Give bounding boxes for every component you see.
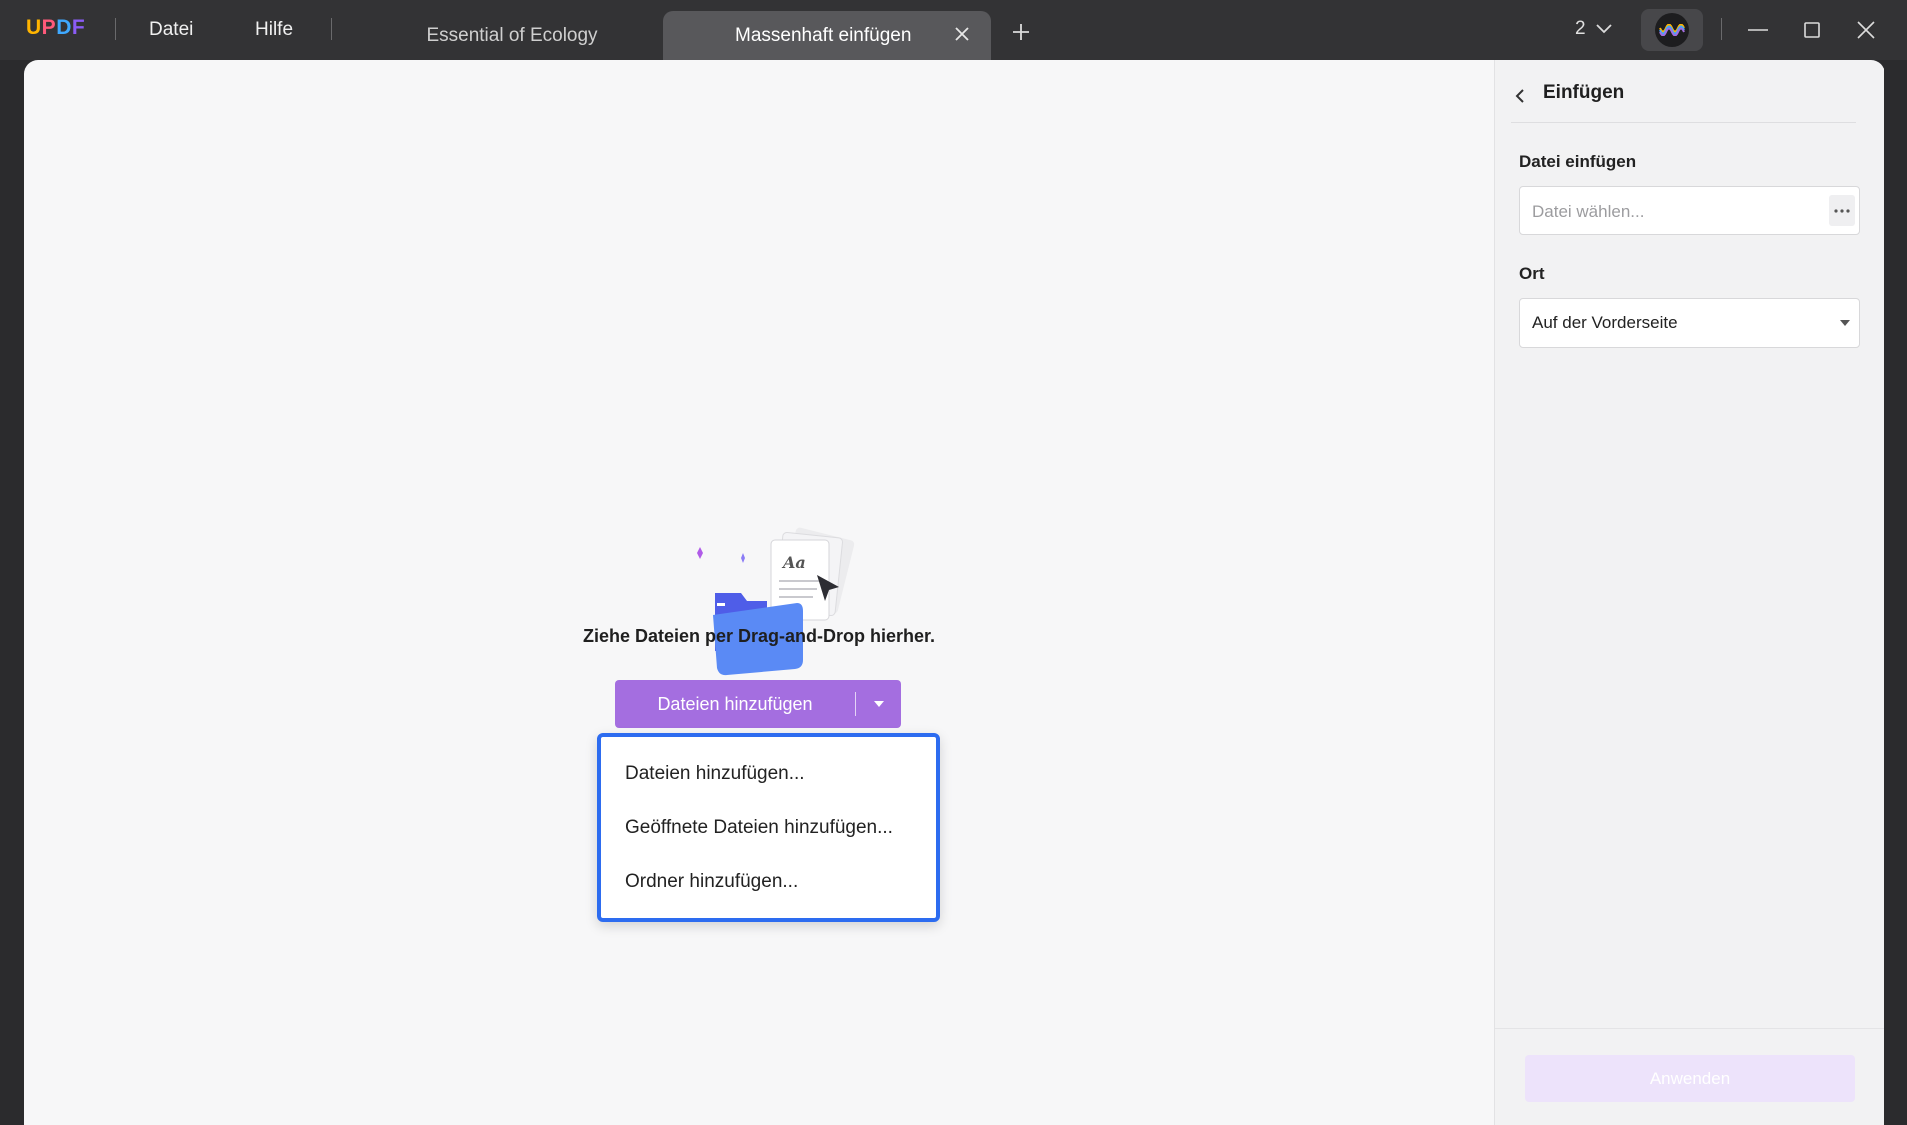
triangle-down-icon — [873, 701, 884, 707]
tab-essential-of-ecology[interactable]: Essential of Ecology — [362, 11, 662, 60]
add-files-button[interactable]: Dateien hinzufügen — [615, 680, 901, 728]
close-window-icon[interactable] — [1852, 16, 1880, 44]
apply-button[interactable]: Anwenden — [1525, 1055, 1855, 1102]
page-count: 2 — [1575, 18, 1586, 39]
updf-logo: UPDF — [26, 16, 86, 39]
location-select[interactable]: Auf der Vorderseite — [1519, 298, 1860, 348]
chevron-down-icon — [1595, 24, 1612, 34]
insert-panel: Einfügen Datei einfügen Ort Auf der Vord… — [1494, 60, 1885, 1125]
page-count-dropdown[interactable]: 2 — [1575, 18, 1612, 40]
chevron-left-icon[interactable] — [1511, 86, 1531, 106]
maximize-icon[interactable] — [1798, 16, 1826, 44]
window-edge — [1884, 60, 1907, 1125]
avatar[interactable] — [1641, 9, 1703, 51]
file-insert-label: Datei einfügen — [1519, 152, 1637, 171]
panel-title: Einfügen — [1543, 82, 1625, 103]
folder-illustration-icon: Aa — [697, 527, 855, 676]
browse-button[interactable] — [1829, 195, 1855, 226]
location-value: Auf der Vorderseite — [1532, 313, 1678, 332]
location-label: Ort — [1519, 264, 1545, 283]
file-input[interactable] — [1520, 187, 1834, 236]
title-separator — [115, 18, 116, 40]
menu-item-add-files[interactable]: Dateien hinzufügen... — [625, 763, 805, 785]
triangle-down-icon — [1840, 320, 1850, 326]
menu-item-add-folder[interactable]: Ordner hinzufügen... — [625, 871, 798, 893]
close-icon[interactable] — [951, 23, 973, 45]
wave-logo-icon — [1659, 24, 1685, 36]
plus-icon[interactable] — [1009, 20, 1033, 44]
drop-area[interactable]: Aa Ziehe Dateien per Drag-and-Drop hierh… — [24, 60, 1494, 1125]
file-chooser — [1519, 186, 1860, 236]
minimize-icon[interactable] — [1744, 16, 1772, 44]
panel-header: Einfügen — [1511, 82, 1856, 123]
add-files-label: Dateien hinzufügen — [657, 693, 813, 714]
tab-massenhaft-einfuegen[interactable]: Massenhaft einfügen — [663, 11, 991, 60]
menu-item-add-open-files[interactable]: Geöffnete Dateien hinzufügen... — [625, 817, 893, 839]
add-files-dropdown-toggle[interactable] — [856, 700, 901, 708]
tab-label: Massenhaft einfügen — [735, 24, 912, 46]
footer-divider — [1495, 1028, 1885, 1029]
svg-text:Aa: Aa — [781, 553, 806, 572]
add-files-menu: Dateien hinzufügen... Geöffnete Dateien … — [597, 733, 940, 922]
menu-file[interactable]: Datei — [149, 19, 193, 41]
drop-instructions: Ziehe Dateien per Drag-and-Drop hierher. — [582, 626, 936, 646]
title-bar: UPDF Datei Hilfe Essential of Ecology Ma… — [0, 0, 1907, 60]
menu-help[interactable]: Hilfe — [255, 19, 293, 41]
tab-label: Essential of Ecology — [426, 24, 598, 46]
avatar-circle — [1655, 13, 1689, 47]
title-separator — [331, 18, 332, 40]
more-horizontal-icon — [1834, 208, 1850, 213]
title-separator — [1721, 18, 1722, 40]
